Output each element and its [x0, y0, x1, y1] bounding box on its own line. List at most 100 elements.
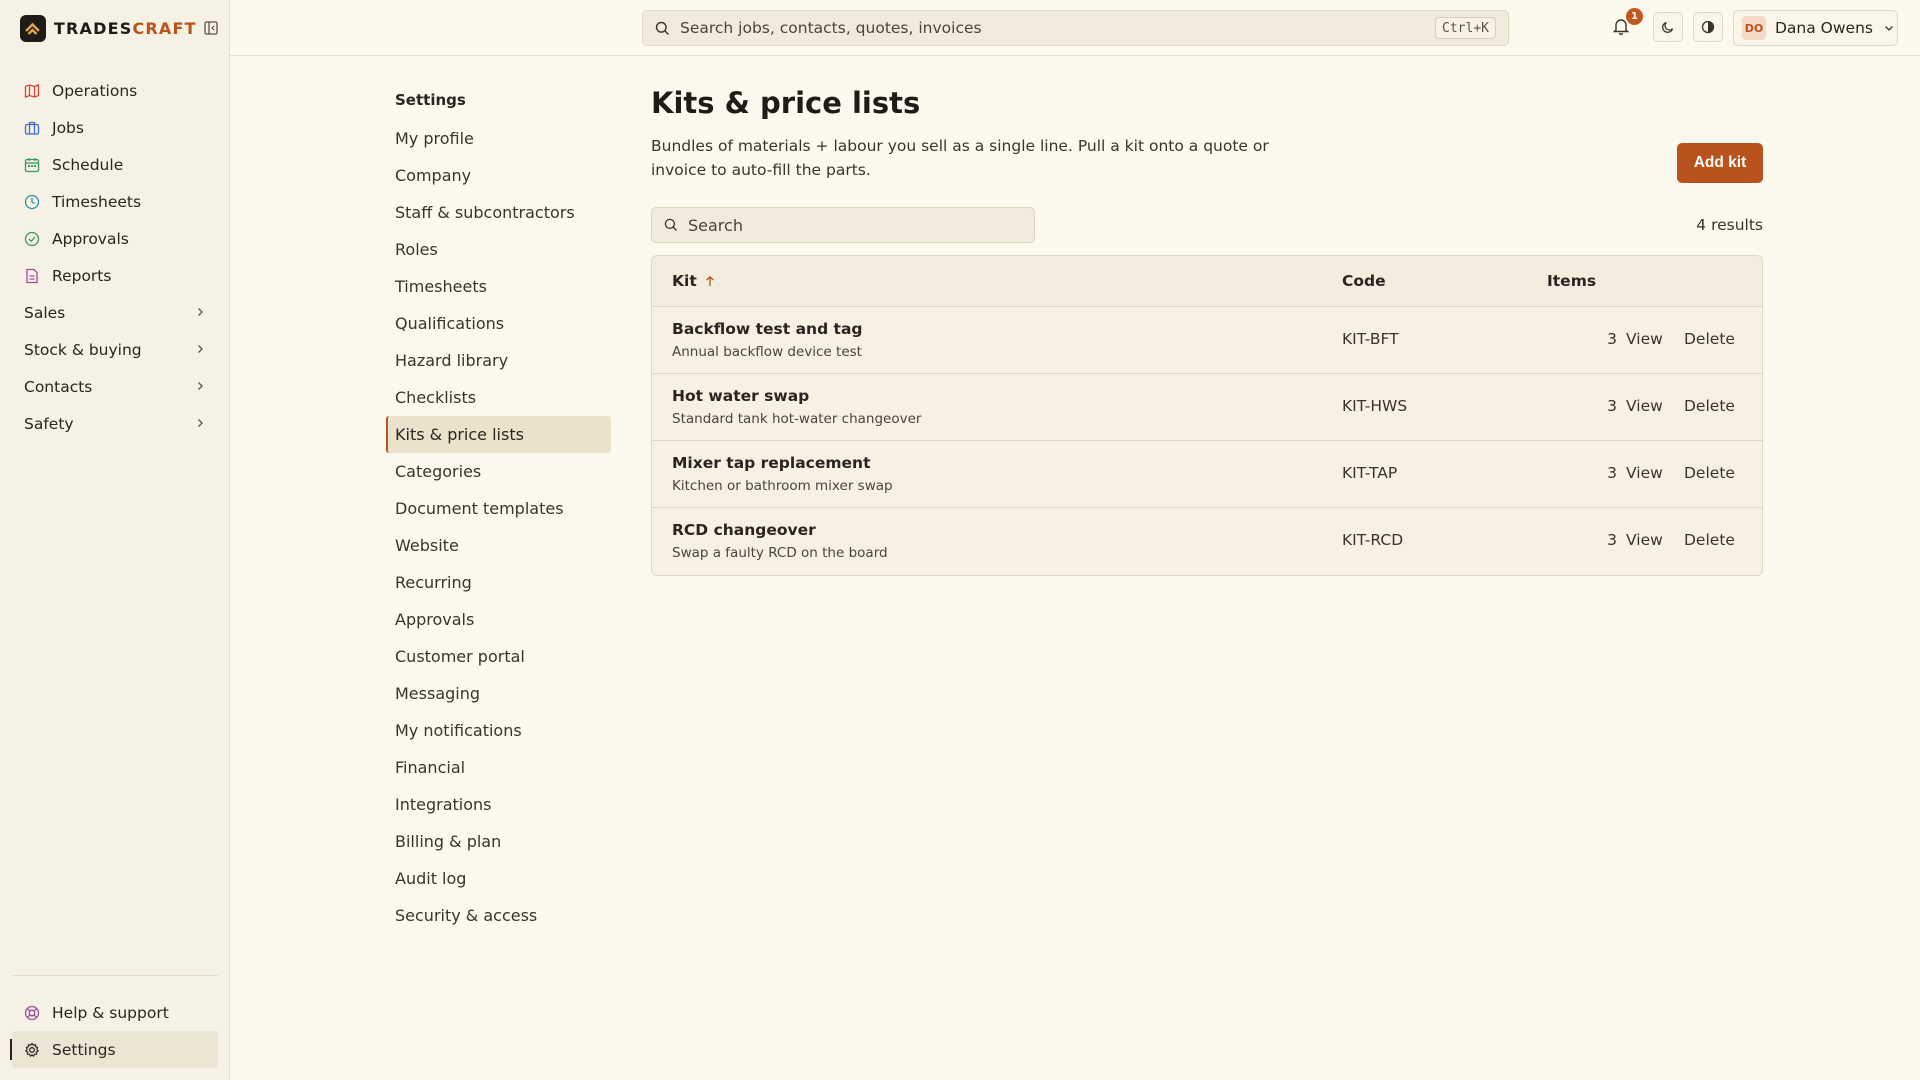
sidebar-item-label: Jobs	[52, 118, 84, 137]
sidebar-item-schedule[interactable]: Schedule	[12, 146, 218, 183]
topbar: Search jobs, contacts, quotes, invoices …	[230, 0, 1920, 56]
settings-item-kits[interactable]: Kits & price lists	[386, 416, 611, 453]
keyboard-shortcut: Ctrl+K	[1435, 17, 1496, 39]
table-row[interactable]: Hot water swap Standard tank hot-water c…	[652, 374, 1762, 441]
kit-item-count: 3	[1607, 330, 1617, 348]
table-row[interactable]: RCD changeover Swap a faulty RCD on the …	[652, 508, 1762, 575]
settings-item-audit-log[interactable]: Audit log	[386, 860, 611, 897]
table-row[interactable]: Backflow test and tag Annual backflow de…	[652, 307, 1762, 374]
view-link[interactable]: View	[1626, 330, 1663, 348]
settings-item-security[interactable]: Security & access	[386, 897, 611, 934]
theme-toggle-button[interactable]	[1653, 12, 1683, 42]
kit-code: KIT-RCD	[1342, 531, 1404, 549]
sidebar-item-settings[interactable]: Settings	[10, 1031, 218, 1068]
sidebar-nav: Operations Jobs Schedule Timesheets Appr…	[12, 72, 218, 442]
column-header-code[interactable]: Code	[1342, 272, 1386, 290]
user-name: Dana Owens	[1775, 19, 1873, 37]
settings-item-integrations[interactable]: Integrations	[386, 786, 611, 823]
sidebar-group-sales[interactable]: Sales	[12, 294, 218, 331]
sidebar-item-label: Settings	[52, 1040, 116, 1059]
report-icon	[24, 268, 40, 284]
settings-nav: Settings My profile Company Staff & subc…	[386, 86, 611, 934]
table-row[interactable]: Mixer tap replacement Kitchen or bathroo…	[652, 441, 1762, 508]
settings-item-company[interactable]: Company	[386, 157, 611, 194]
kit-name: Mixer tap replacement	[672, 454, 871, 472]
kit-code: KIT-TAP	[1342, 464, 1398, 482]
map-icon	[24, 83, 40, 99]
kit-description: Standard tank hot-water changeover	[672, 411, 922, 427]
brand[interactable]: TRADESCRAFT	[20, 14, 220, 42]
sidebar-item-approvals[interactable]: Approvals	[12, 220, 218, 257]
settings-item-qualifications[interactable]: Qualifications	[386, 305, 611, 342]
settings-item-approvals[interactable]: Approvals	[386, 601, 611, 638]
user-menu-button[interactable]: DO Dana Owens	[1733, 10, 1898, 46]
view-link[interactable]: View	[1626, 397, 1663, 415]
kit-name: RCD changeover	[672, 521, 816, 539]
column-header-kit[interactable]: Kit	[672, 272, 715, 290]
sidebar-group-stock[interactable]: Stock & buying	[12, 331, 218, 368]
kit-description: Annual backflow device test	[672, 344, 862, 360]
delete-link[interactable]: Delete	[1684, 464, 1735, 482]
help-icon	[24, 1005, 40, 1021]
search-icon	[664, 218, 678, 232]
collapse-sidebar-icon[interactable]	[203, 19, 220, 37]
sidebar-item-jobs[interactable]: Jobs	[12, 109, 218, 146]
settings-item-recurring[interactable]: Recurring	[386, 564, 611, 601]
view-link[interactable]: View	[1626, 464, 1663, 482]
gear-icon	[24, 1041, 40, 1058]
kit-code: KIT-BFT	[1342, 330, 1399, 348]
chevron-right-icon	[194, 380, 206, 392]
settings-item-checklists[interactable]: Checklists	[386, 379, 611, 416]
delete-link[interactable]: Delete	[1684, 397, 1735, 415]
page-description: Bundles of materials + labour you sell a…	[651, 137, 1269, 179]
sidebar-item-label: Operations	[52, 81, 138, 100]
sidebar-group-label: Safety	[24, 414, 74, 433]
search-placeholder: Search jobs, contacts, quotes, invoices	[680, 19, 982, 37]
chevron-right-icon	[194, 306, 206, 318]
brand-logo-icon	[20, 14, 46, 42]
sidebar-footer: Help & support Settings	[10, 975, 218, 1068]
chevron-down-icon	[1883, 22, 1895, 34]
sort-ascending-icon	[705, 275, 715, 287]
sidebar-group-contacts[interactable]: Contacts	[12, 368, 218, 405]
kit-code: KIT-HWS	[1342, 397, 1408, 415]
contrast-toggle-button[interactable]	[1693, 12, 1723, 42]
sidebar: TRADESCRAFT Operations Jobs Schedule Tim…	[0, 0, 230, 1080]
settings-item-customer-portal[interactable]: Customer portal	[386, 638, 611, 675]
settings-item-timesheets[interactable]: Timesheets	[386, 268, 611, 305]
delete-link[interactable]: Delete	[1684, 330, 1735, 348]
add-kit-button[interactable]: Add kit	[1677, 143, 1763, 183]
view-link[interactable]: View	[1626, 531, 1663, 549]
contrast-icon	[1701, 20, 1715, 34]
column-header-items[interactable]: Items	[1547, 272, 1596, 290]
settings-item-staff[interactable]: Staff & subcontractors	[386, 194, 611, 231]
settings-item-document-templates[interactable]: Document templates	[386, 490, 611, 527]
chevron-right-icon	[194, 417, 206, 429]
result-count: 4 results	[1696, 216, 1763, 234]
sidebar-item-reports[interactable]: Reports	[12, 257, 218, 294]
settings-item-messaging[interactable]: Messaging	[386, 675, 611, 712]
kit-item-count: 3	[1607, 397, 1617, 415]
global-search-input[interactable]: Search jobs, contacts, quotes, invoices …	[642, 10, 1509, 46]
settings-item-roles[interactable]: Roles	[386, 231, 611, 268]
settings-item-financial[interactable]: Financial	[386, 749, 611, 786]
search-icon	[655, 21, 670, 36]
kit-search-input[interactable]: Search	[651, 207, 1035, 243]
sidebar-group-safety[interactable]: Safety	[12, 405, 218, 442]
kit-name: Backflow test and tag	[672, 320, 863, 338]
sidebar-item-timesheets[interactable]: Timesheets	[12, 183, 218, 220]
kit-item-count: 3	[1607, 464, 1617, 482]
settings-item-hazard-library[interactable]: Hazard library	[386, 342, 611, 379]
settings-item-billing[interactable]: Billing & plan	[386, 823, 611, 860]
settings-item-my-profile[interactable]: My profile	[386, 120, 611, 157]
settings-item-categories[interactable]: Categories	[386, 453, 611, 490]
notification-badge: 1	[1626, 8, 1643, 25]
sidebar-item-label: Schedule	[52, 155, 124, 174]
sidebar-item-operations[interactable]: Operations	[12, 72, 218, 109]
table-header: Kit Code Items	[652, 256, 1762, 307]
sidebar-item-help[interactable]: Help & support	[12, 994, 218, 1031]
settings-item-website[interactable]: Website	[386, 527, 611, 564]
kits-table: Kit Code Items Backflow test and tag Ann…	[651, 255, 1763, 576]
delete-link[interactable]: Delete	[1684, 531, 1735, 549]
settings-item-my-notifications[interactable]: My notifications	[386, 712, 611, 749]
